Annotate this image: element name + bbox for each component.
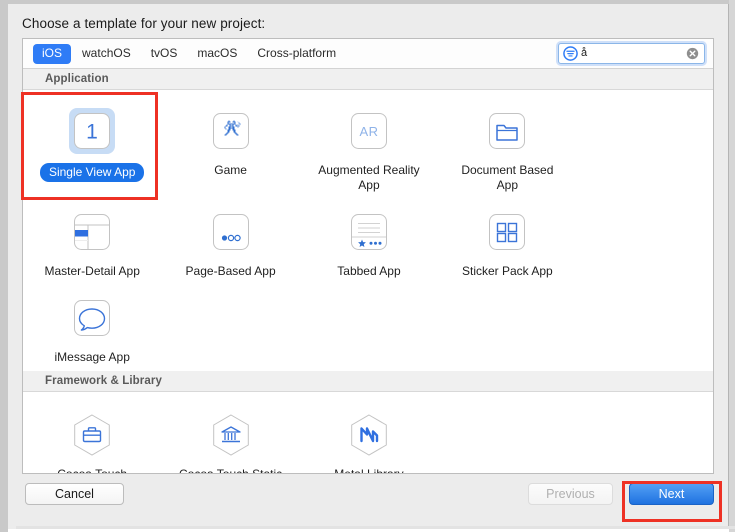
platform-tab-watchos[interactable]: watchOS (73, 44, 140, 64)
template-label: Sticker Pack App (462, 264, 553, 278)
template-search-field[interactable]: å (558, 43, 705, 64)
template-cell-metal-library[interactable]: Metal Library (300, 402, 438, 474)
previous-button[interactable]: Previous (528, 483, 613, 505)
template-label: Master-Detail App (44, 264, 140, 278)
template-label: Game (214, 163, 247, 177)
window-chrome-right (729, 0, 735, 532)
search-input[interactable]: å (578, 47, 686, 60)
window-chrome-left (0, 0, 8, 532)
template-cell-master-detail-app[interactable]: Master-Detail App (23, 199, 161, 285)
platform-tabs: iOS watchOS tvOS macOS Cross-platform (33, 39, 345, 69)
template-label: Metal Library (334, 467, 404, 474)
tabbed-app-icon (346, 209, 392, 255)
cocoa-touch-static-library-icon (208, 412, 254, 458)
augmented-reality-app-icon: AR (346, 108, 392, 154)
template-label: Single View App (39, 163, 145, 182)
template-cell-sticker-pack-app[interactable]: Sticker Pack App (438, 199, 576, 285)
platform-tab-ios[interactable]: iOS (33, 44, 72, 64)
section-header-framework-library: Framework & Library (23, 371, 713, 392)
sticker-pack-app-icon (484, 209, 530, 255)
dialog-title: Choose a template for your new project: (22, 16, 266, 31)
template-cell-page-based-app[interactable]: Page-Based App (161, 199, 299, 285)
new-project-template-dialog: Choose a template for your new project: … (8, 4, 735, 529)
template-label: Cocoa Touch Framework (57, 467, 128, 474)
next-button[interactable]: Next (629, 483, 714, 505)
platform-tab-strip: iOS watchOS tvOS macOS Cross-platform å (23, 39, 713, 69)
template-cell-cocoa-touch-framework[interactable]: Cocoa Touch Framework (23, 402, 161, 474)
imessage-app-icon (69, 295, 115, 341)
platform-tab-cross-platform[interactable]: Cross-platform (248, 44, 345, 64)
template-cell-augmented-reality-app[interactable]: AR Augmented Reality App (300, 98, 438, 199)
page-based-app-icon (208, 209, 254, 255)
dialog-bottom-edge (16, 526, 735, 529)
master-detail-app-icon (69, 209, 115, 255)
document-based-app-icon (484, 108, 530, 154)
template-cell-imessage-app[interactable]: iMessage App (23, 285, 161, 371)
section-header-application: Application (23, 69, 713, 90)
template-label: Cocoa Touch Static Library (178, 467, 283, 474)
template-label: Tabbed App (337, 264, 401, 278)
filter-search-icon[interactable] (563, 46, 578, 61)
cocoa-touch-framework-icon (69, 412, 115, 458)
platform-tab-macos[interactable]: macOS (188, 44, 246, 64)
screen: Choose a template for your new project: … (0, 0, 735, 532)
template-label: Augmented Reality App (318, 163, 420, 192)
single-view-app-icon: 1 (69, 108, 116, 154)
template-label: iMessage App (54, 350, 130, 364)
svg-text:AR: AR (359, 124, 378, 139)
template-label: Page-Based App (185, 264, 276, 278)
template-cell-tabbed-app[interactable]: Tabbed App (300, 199, 438, 285)
application-template-grid: 1 Single View App Game AR Augmented Reality … (23, 90, 713, 371)
svg-text:1: 1 (86, 121, 98, 144)
framework-library-template-grid: Cocoa Touch Framework Cocoa Touch Static … (23, 392, 713, 474)
template-browser-panel: iOSwatchOStvOSmacOSCross-platform å (22, 38, 714, 474)
cancel-button[interactable]: Cancel (25, 483, 124, 505)
template-label: Document Based App (461, 163, 554, 192)
section-header-label: Application (45, 73, 109, 85)
template-cell-single-view-app[interactable]: 1 Single View App (23, 98, 161, 199)
template-cell-cocoa-touch-static-library[interactable]: Cocoa Touch Static Library (161, 402, 299, 474)
clear-search-icon[interactable] (686, 47, 699, 60)
platform-tab-tvos[interactable]: tvOS (142, 44, 187, 64)
game-icon (208, 108, 254, 154)
metal-library-icon (346, 412, 392, 458)
template-cell-game[interactable]: Game (161, 98, 299, 199)
template-cell-document-based-app[interactable]: Document Based App (438, 98, 576, 199)
section-header-label: Framework & Library (45, 375, 162, 387)
dialog-button-bar: Cancel Previous Next (8, 474, 729, 529)
